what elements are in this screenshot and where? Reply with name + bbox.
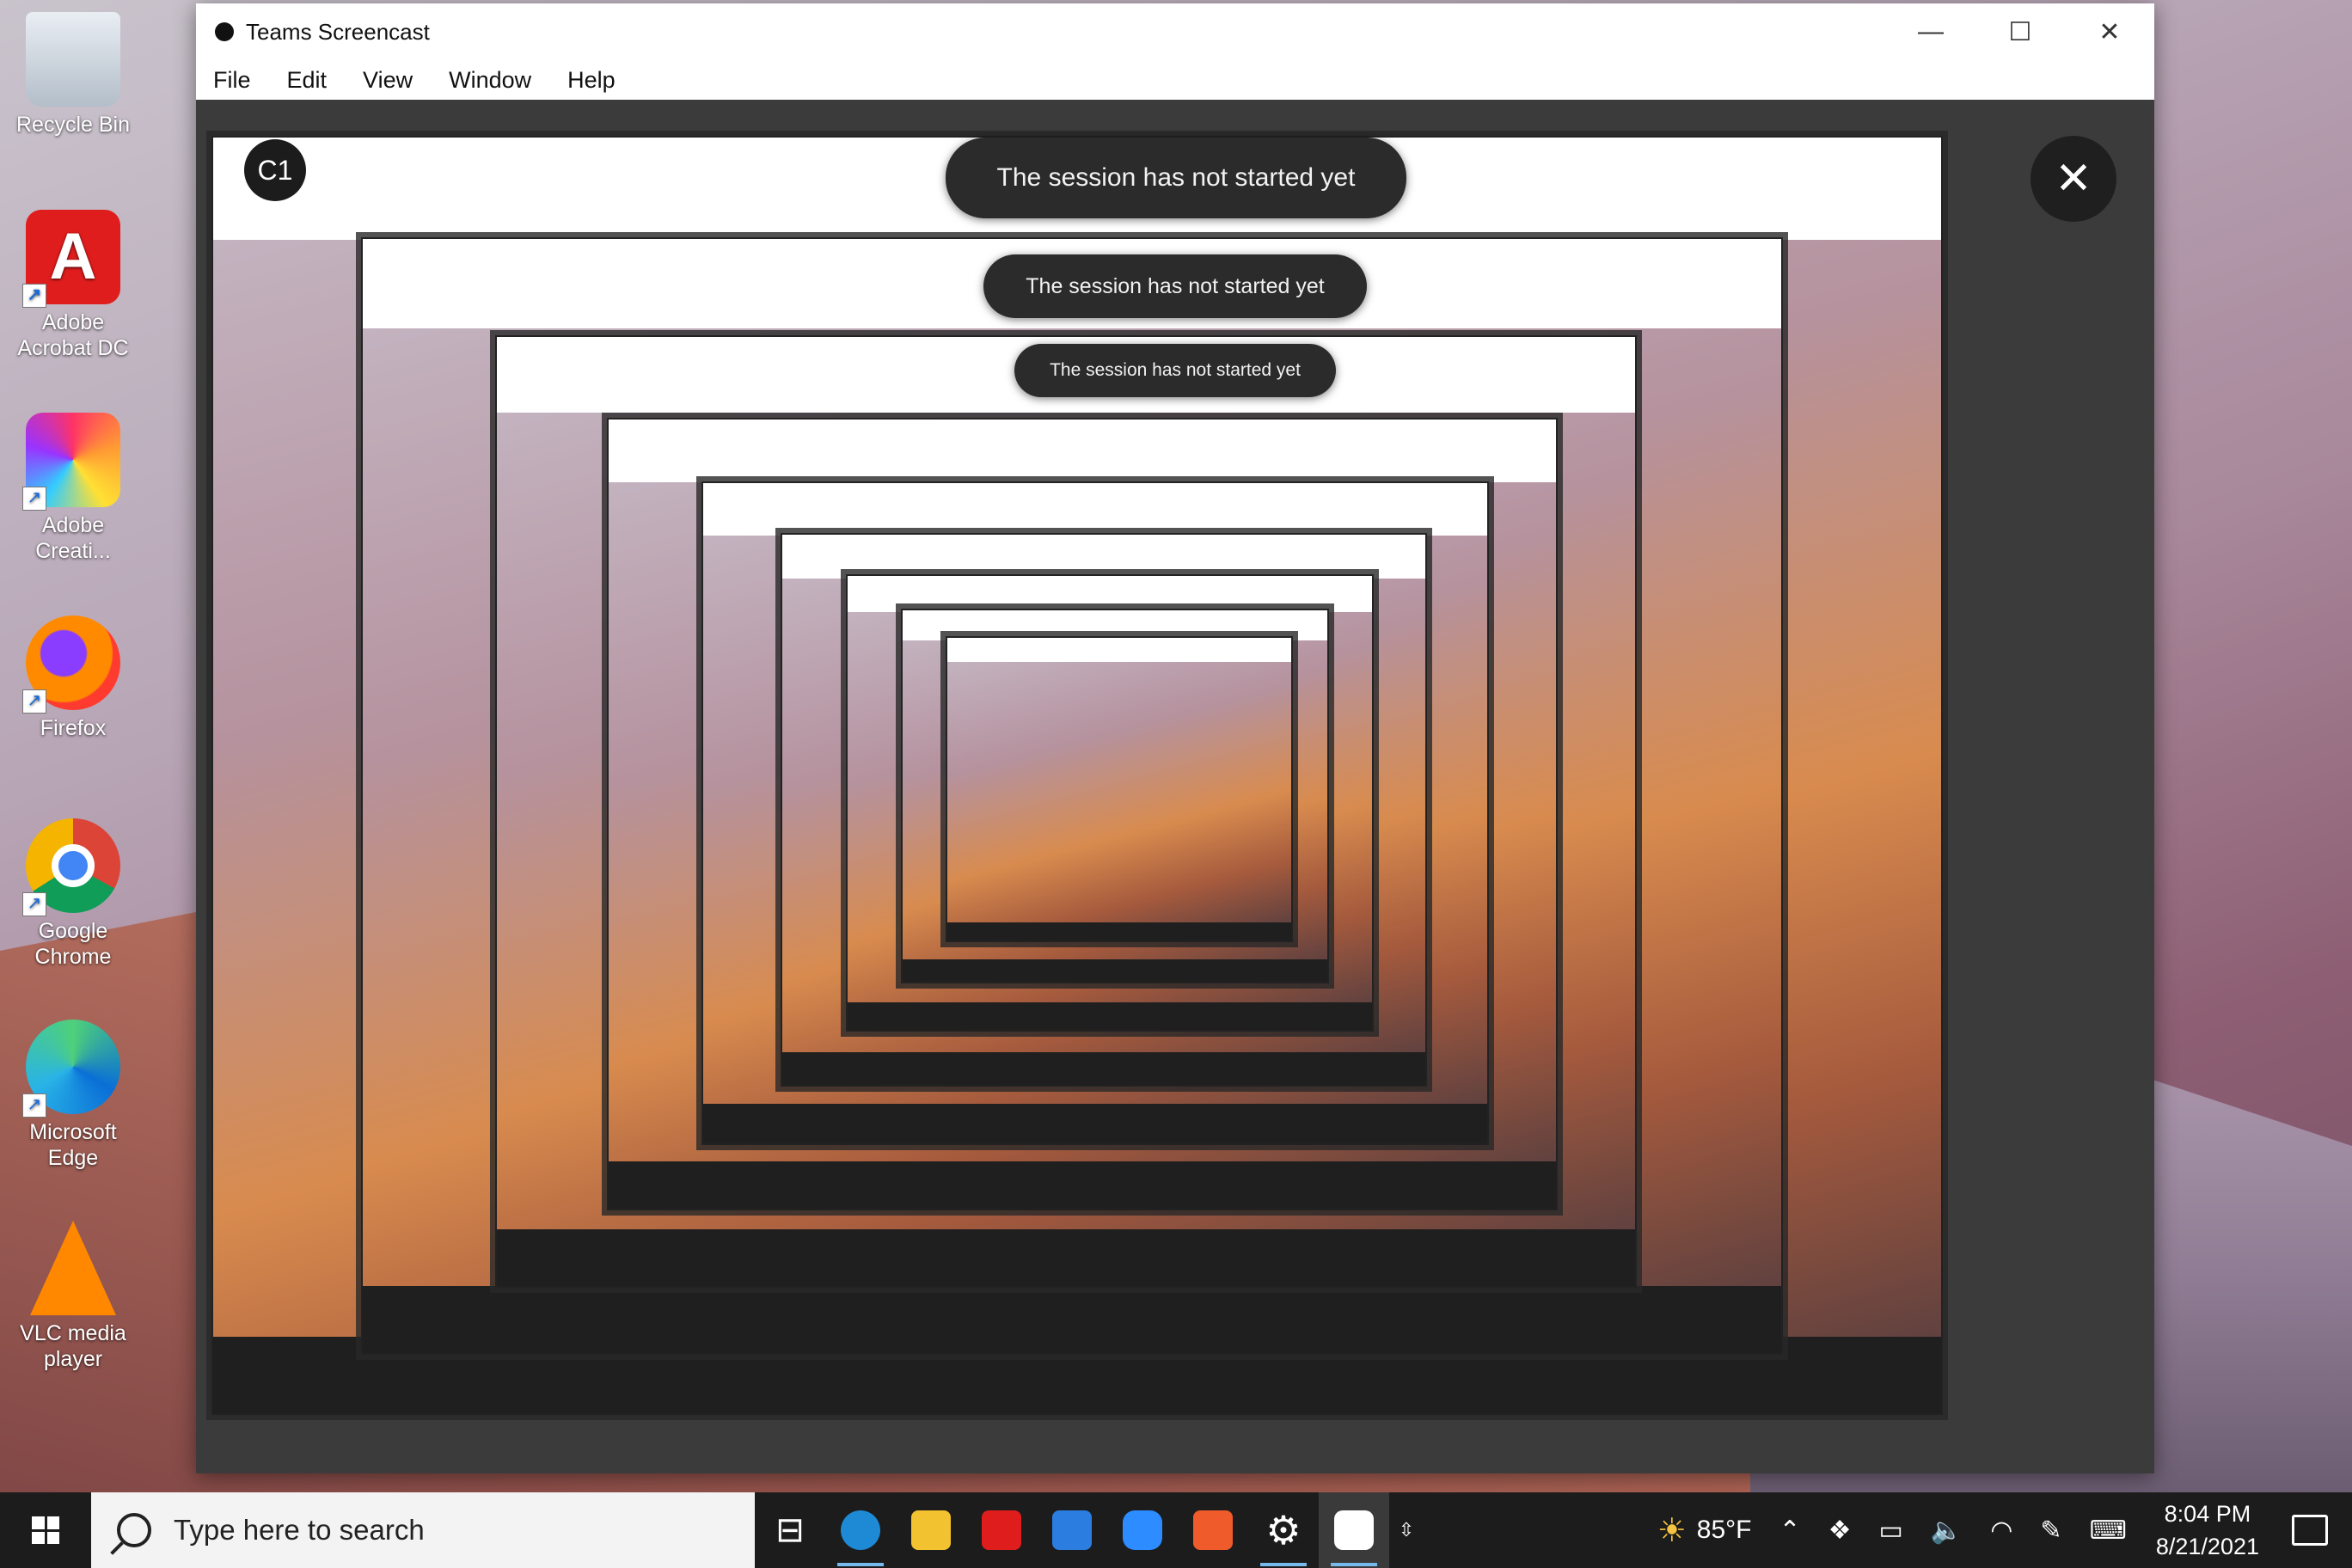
weather-sun-icon: ☀ (1657, 1512, 1687, 1549)
show-hidden-icons-button[interactable]: ⌃ (1779, 1516, 1800, 1546)
acrobat-icon: A ↗ (22, 210, 120, 308)
desktop-icon-recycle-bin[interactable]: Recycle Bin (9, 12, 138, 138)
shortcut-arrow-icon: ↗ (22, 284, 46, 308)
maximize-button[interactable]: ☐ (1975, 3, 2065, 60)
desktop-icon-label: Google Chrome (34, 919, 112, 969)
nested-screen-9 (946, 636, 1293, 942)
teams-screencast-icon (1334, 1510, 1374, 1550)
screencast-view: The session has not started yet The sess… (196, 100, 2154, 1473)
taskbar-clock[interactable]: 8:04 PM 8/21/2021 (2156, 1498, 2259, 1563)
desktop-icon-label: Microsoft Edge (29, 1120, 117, 1170)
start-button[interactable] (0, 1492, 91, 1568)
shortcut-arrow-icon: ↗ (22, 1093, 46, 1118)
shortcut-arrow-icon: ↗ (22, 892, 46, 916)
taskbar-mail[interactable] (1037, 1492, 1107, 1568)
zoom-icon (1123, 1510, 1162, 1550)
desktop-icon-chrome[interactable]: ↗ Google Chrome (9, 818, 138, 970)
keyboard-icon[interactable]: ⌨ (2090, 1516, 2127, 1546)
menu-help[interactable]: Help (562, 67, 616, 94)
desktop-icon-label: Firefox (40, 716, 107, 740)
close-session-button[interactable]: ✕ (2030, 136, 2116, 222)
weather-temperature: 85°F (1696, 1516, 1752, 1544)
vlc-icon (30, 1221, 116, 1315)
session-status-toast: The session has not started yet (946, 138, 1406, 218)
office-icon (1193, 1510, 1233, 1550)
shortcut-arrow-icon: ↗ (22, 487, 46, 511)
edge-icon: ↗ (22, 1020, 120, 1118)
creative-cloud-icon: ↗ (22, 413, 120, 511)
dropbox-icon[interactable]: ❖ (1828, 1516, 1852, 1546)
acrobat-icon (982, 1510, 1021, 1550)
clock-time: 8:04 PM (2164, 1501, 2251, 1527)
menu-file[interactable]: File (208, 67, 251, 94)
menu-edit[interactable]: Edit (282, 67, 328, 94)
windows-logo-icon (32, 1516, 59, 1544)
taskbar-search-box[interactable]: Type here to search (91, 1492, 755, 1568)
menu-bar: File Edit View Window Help (196, 60, 2154, 100)
session-toast-echo: The session has not started yet (983, 254, 1367, 318)
session-toast-echo: The session has not started yet (1014, 344, 1336, 397)
weather-widget[interactable]: ☀ 85°F (1657, 1511, 1752, 1550)
chrome-icon: ↗ (22, 818, 120, 916)
close-window-button[interactable]: ✕ (2065, 3, 2154, 60)
firefox-icon: ↗ (22, 616, 120, 714)
task-view-button[interactable]: ⊟ (755, 1492, 825, 1568)
search-icon (117, 1513, 151, 1547)
teams-screencast-window: Teams Screencast — ☐ ✕ File Edit View Wi… (196, 3, 2154, 1473)
menu-view[interactable]: View (358, 67, 413, 94)
pen-icon[interactable]: ✎ (2040, 1516, 2061, 1546)
mail-icon (1052, 1510, 1092, 1550)
clock-date: 8/21/2021 (2155, 1534, 2259, 1559)
taskbar-settings[interactable]: ⚙ (1248, 1492, 1319, 1568)
window-controls: — ☐ ✕ (1886, 3, 2154, 60)
window-titlebar[interactable]: Teams Screencast — ☐ ✕ (196, 3, 2154, 60)
desktop-icon-label: Adobe Acrobat DC (17, 310, 129, 360)
minimize-button[interactable]: — (1886, 3, 1975, 60)
wifi-icon[interactable]: ◠ (1990, 1516, 2012, 1546)
taskbar: Type here to search ⊟ ⚙ ⇳ ☀ 85°F ⌃ ❖ ▭ 🔈… (0, 1492, 2352, 1568)
teams-screencast-app-icon (215, 22, 234, 41)
taskbar-overflow-button[interactable]: ⇳ (1389, 1492, 1424, 1568)
desktop-icon-acrobat[interactable]: A ↗ Adobe Acrobat DC (9, 210, 138, 361)
notification-center-icon[interactable] (2292, 1515, 2328, 1546)
menu-window[interactable]: Window (444, 67, 531, 94)
desktop-icon-edge[interactable]: ↗ Microsoft Edge (9, 1020, 138, 1171)
desktop-icon-label: Adobe Creati... (35, 513, 111, 563)
taskbar-office[interactable] (1178, 1492, 1248, 1568)
avatar-c1: C1 (244, 139, 306, 201)
taskbar-acrobat[interactable] (966, 1492, 1037, 1568)
desktop-icon-creative-cloud[interactable]: ↗ Adobe Creati... (9, 413, 138, 564)
desktop-icon-label: Recycle Bin (16, 113, 130, 137)
chevron-updown-icon: ⇳ (1398, 1519, 1415, 1540)
desktop-icon-vlc[interactable]: VLC media player (9, 1221, 138, 1372)
search-placeholder: Type here to search (174, 1514, 425, 1546)
taskbar-edge[interactable] (825, 1492, 896, 1568)
taskbar-teams-screencast[interactable] (1319, 1492, 1389, 1568)
window-title: Teams Screencast (246, 18, 430, 45)
taskbar-file-explorer[interactable] (896, 1492, 966, 1568)
volume-icon[interactable]: 🔈 (1931, 1516, 1963, 1546)
desktop-icon-label: VLC media player (20, 1321, 126, 1371)
edge-icon (841, 1510, 880, 1550)
taskbar-zoom[interactable] (1107, 1492, 1178, 1568)
recycle-bin-icon (26, 12, 120, 107)
battery-icon[interactable]: ▭ (1879, 1516, 1903, 1546)
system-tray: ☀ 85°F ⌃ ❖ ▭ 🔈 ◠ ✎ ⌨ 8:04 PM 8/21/2021 (1644, 1492, 2352, 1568)
file-explorer-icon (911, 1510, 951, 1550)
chevron-up-icon: ⌃ (1779, 1516, 1801, 1545)
settings-icon: ⚙ (1265, 1508, 1302, 1553)
shortcut-arrow-icon: ↗ (22, 689, 46, 714)
desktop-icon-firefox[interactable]: ↗ Firefox (9, 616, 138, 741)
task-view-icon: ⊟ (775, 1511, 805, 1549)
